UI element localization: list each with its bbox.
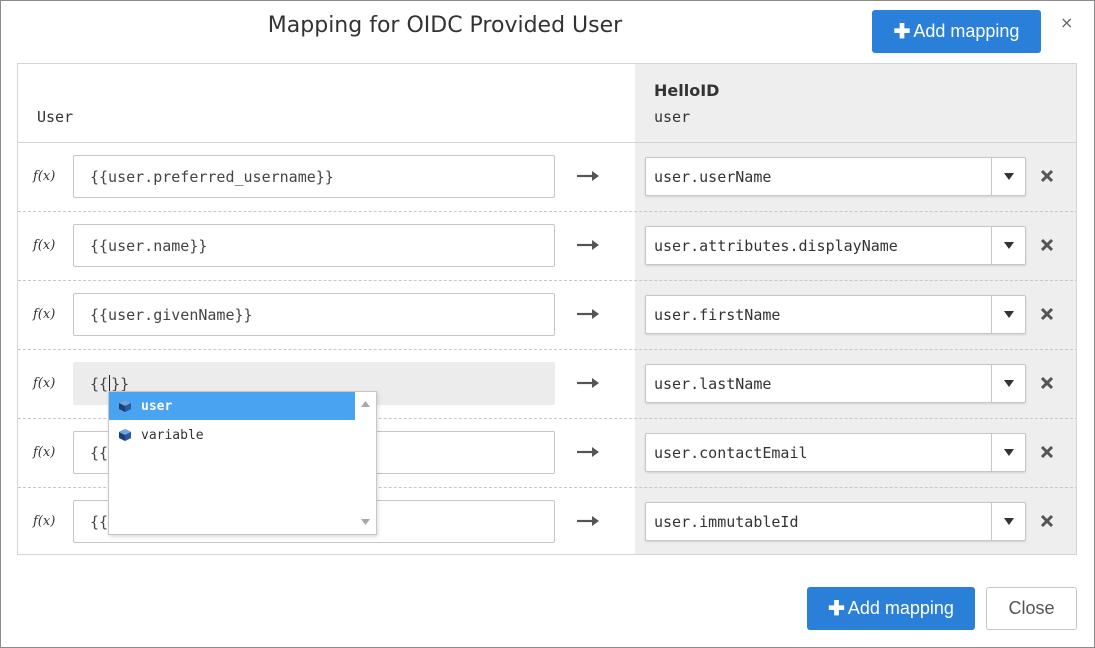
arrow-right-icon bbox=[577, 516, 599, 526]
dropdown-toggle[interactable] bbox=[991, 503, 1025, 540]
source-expression-text: {{user.givenName}} bbox=[90, 305, 253, 324]
scroll-up-icon[interactable] bbox=[361, 401, 370, 407]
target-column-subtitle: user bbox=[654, 108, 691, 126]
target-attribute-value: user.userName bbox=[654, 167, 772, 186]
target-attribute-value: user.immutableId bbox=[654, 512, 799, 531]
mapping-row: f(x) {{user.givenName}} user.firstName bbox=[18, 280, 1076, 349]
mapping-row: f(x) {{user.preferred_username}} user.us… bbox=[18, 142, 1076, 211]
target-attribute-select[interactable]: user.userName bbox=[645, 157, 1026, 196]
close-icon[interactable]: × bbox=[1060, 13, 1073, 32]
target-attribute-select[interactable]: user.contactEmail bbox=[645, 433, 1026, 472]
source-expression-input[interactable]: {{user.givenName}} bbox=[73, 293, 555, 336]
autocomplete-scrollbar[interactable] bbox=[355, 392, 376, 534]
add-mapping-label: Add mapping bbox=[913, 21, 1020, 41]
text-caret bbox=[109, 374, 111, 393]
target-attribute-value: user.contactEmail bbox=[654, 443, 808, 462]
autocomplete-item-label: variable bbox=[141, 427, 204, 443]
source-expression-input[interactable]: {{user.name}} bbox=[73, 224, 555, 267]
remove-mapping-icon[interactable] bbox=[1040, 238, 1054, 252]
function-icon[interactable]: f(x) bbox=[33, 445, 55, 460]
dropdown-toggle[interactable] bbox=[991, 158, 1025, 195]
plus-icon: ✚ bbox=[828, 597, 845, 620]
source-text-before-caret: {{ bbox=[90, 374, 109, 393]
arrow-right-icon bbox=[577, 240, 599, 250]
dropdown-toggle[interactable] bbox=[991, 296, 1025, 333]
dropdown-toggle[interactable] bbox=[991, 365, 1025, 402]
cube-icon bbox=[119, 429, 131, 441]
source-column-header: User bbox=[37, 108, 74, 126]
arrow-right-icon bbox=[577, 309, 599, 319]
add-mapping-button-footer[interactable]: ✚ Add mapping bbox=[807, 587, 975, 630]
source-text-after-caret: }} bbox=[111, 374, 130, 393]
target-attribute-select[interactable]: user.attributes.displayName bbox=[645, 226, 1026, 265]
function-icon[interactable]: f(x) bbox=[33, 514, 55, 529]
autocomplete-item-variable[interactable]: variable bbox=[109, 421, 355, 449]
cube-icon bbox=[119, 400, 131, 412]
function-icon[interactable]: f(x) bbox=[33, 376, 55, 391]
plus-icon: ✚ bbox=[893, 20, 911, 43]
remove-mapping-icon[interactable] bbox=[1040, 169, 1054, 183]
autocomplete-item-label: user bbox=[141, 398, 173, 414]
add-mapping-button-top[interactable]: ✚ Add mapping bbox=[872, 10, 1041, 53]
function-icon[interactable]: f(x) bbox=[33, 307, 55, 322]
chevron-down-icon bbox=[1003, 380, 1014, 387]
target-column-title: HelloID bbox=[654, 81, 720, 100]
arrow-right-icon bbox=[577, 378, 599, 388]
chevron-down-icon bbox=[1003, 449, 1014, 456]
target-attribute-value: user.attributes.displayName bbox=[654, 236, 898, 255]
target-attribute-value: user.lastName bbox=[654, 374, 772, 393]
remove-mapping-icon[interactable] bbox=[1040, 307, 1054, 321]
source-expression-text: {{user.preferred_username}} bbox=[90, 167, 334, 186]
chevron-down-icon bbox=[1003, 518, 1014, 525]
function-icon[interactable]: f(x) bbox=[33, 169, 55, 184]
remove-mapping-icon[interactable] bbox=[1040, 514, 1054, 528]
chevron-down-icon bbox=[1003, 242, 1014, 249]
remove-mapping-icon[interactable] bbox=[1040, 376, 1054, 390]
autocomplete-list: user variable bbox=[108, 391, 377, 535]
scroll-down-icon[interactable] bbox=[361, 519, 370, 525]
autocomplete-item-user[interactable]: user bbox=[109, 392, 355, 420]
remove-mapping-icon[interactable] bbox=[1040, 445, 1054, 459]
chevron-down-icon bbox=[1003, 311, 1014, 318]
dropdown-toggle[interactable] bbox=[991, 434, 1025, 471]
target-attribute-value: user.firstName bbox=[654, 305, 781, 324]
dialog-title: Mapping for OIDC Provided User bbox=[267, 13, 623, 38]
arrow-right-icon bbox=[577, 171, 599, 181]
dropdown-toggle[interactable] bbox=[991, 227, 1025, 264]
target-attribute-select[interactable]: user.firstName bbox=[645, 295, 1026, 334]
source-expression-input[interactable]: {{user.preferred_username}} bbox=[73, 155, 555, 198]
target-attribute-select[interactable]: user.immutableId bbox=[645, 502, 1026, 541]
mapping-dialog: Mapping for OIDC Provided User ✚ Add map… bbox=[0, 0, 1095, 648]
source-expression-text: {{ bbox=[90, 443, 109, 462]
close-button[interactable]: Close bbox=[986, 587, 1077, 630]
arrow-right-icon bbox=[577, 447, 599, 457]
function-icon[interactable]: f(x) bbox=[33, 238, 55, 253]
add-mapping-label: Add mapping bbox=[847, 598, 954, 618]
target-attribute-select[interactable]: user.lastName bbox=[645, 364, 1026, 403]
mapping-row: f(x) {{user.name}} user.attributes.displ… bbox=[18, 211, 1076, 280]
source-expression-text: {{ bbox=[90, 512, 109, 531]
chevron-down-icon bbox=[1003, 173, 1014, 180]
source-expression-text: {{user.name}} bbox=[90, 236, 208, 255]
